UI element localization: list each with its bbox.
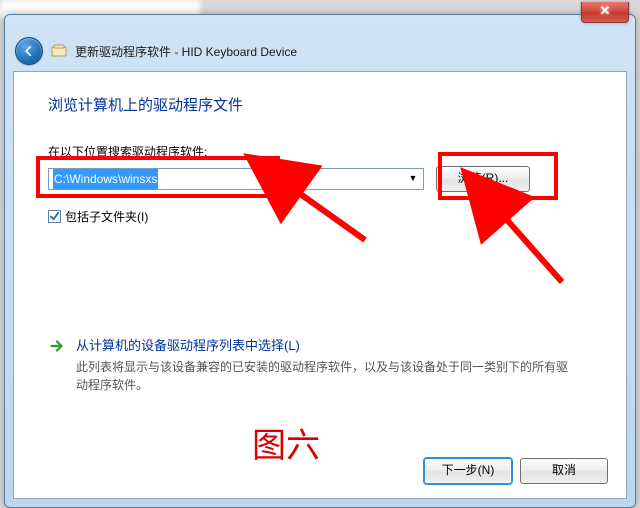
nav-row: 更新驱动程序软件 - HID Keyboard Device <box>5 33 635 71</box>
pick-from-list-option[interactable]: 从计算机的设备驱动程序列表中选择(L) 此列表将显示与该设备兼容的已安装的驱动程… <box>48 335 592 394</box>
titlebar: ✕ <box>5 15 635 33</box>
page-heading: 浏览计算机上的驱动程序文件 <box>48 94 592 115</box>
window-title: 更新驱动程序软件 - HID Keyboard Device <box>75 43 297 60</box>
footer-buttons: 下一步(N) 取消 <box>424 458 608 484</box>
dialog-window: ✕ 更新驱动程序软件 - HID Keyboard Device 浏览计算机上的… <box>4 14 636 508</box>
arrow-left-icon <box>22 44 36 58</box>
dropdown-arrow-icon[interactable]: ▼ <box>406 171 420 185</box>
app-icon <box>51 43 67 59</box>
back-button[interactable] <box>15 37 43 65</box>
search-location-label: 在以下位置搜索驱动程序软件: <box>48 143 592 160</box>
cancel-button[interactable]: 取消 <box>520 458 608 484</box>
path-input-value: C:\Windows\winsxs <box>53 169 158 189</box>
include-subfolders-checkbox[interactable] <box>48 210 61 223</box>
option-description: 此列表将显示与该设备兼容的已安装的驱动程序软件，以及与该设备处于同一类别下的所有… <box>76 358 572 394</box>
checkmark-icon <box>49 211 60 222</box>
path-combobox[interactable]: C:\Windows\winsxs ▼ <box>48 168 424 190</box>
arrow-right-icon <box>48 337 66 355</box>
close-icon: ✕ <box>600 3 611 18</box>
option-title: 从计算机的设备驱动程序列表中选择(L) <box>76 335 572 354</box>
next-button[interactable]: 下一步(N) <box>424 458 512 484</box>
path-input[interactable]: C:\Windows\winsxs <box>48 168 424 190</box>
include-subfolders-label: 包括子文件夹(I) <box>65 208 148 225</box>
close-button[interactable]: ✕ <box>581 2 629 23</box>
client-area: 浏览计算机上的驱动程序文件 在以下位置搜索驱动程序软件: C:\Windows\… <box>13 71 627 499</box>
browse-button[interactable]: 浏览(R)... <box>436 166 530 192</box>
